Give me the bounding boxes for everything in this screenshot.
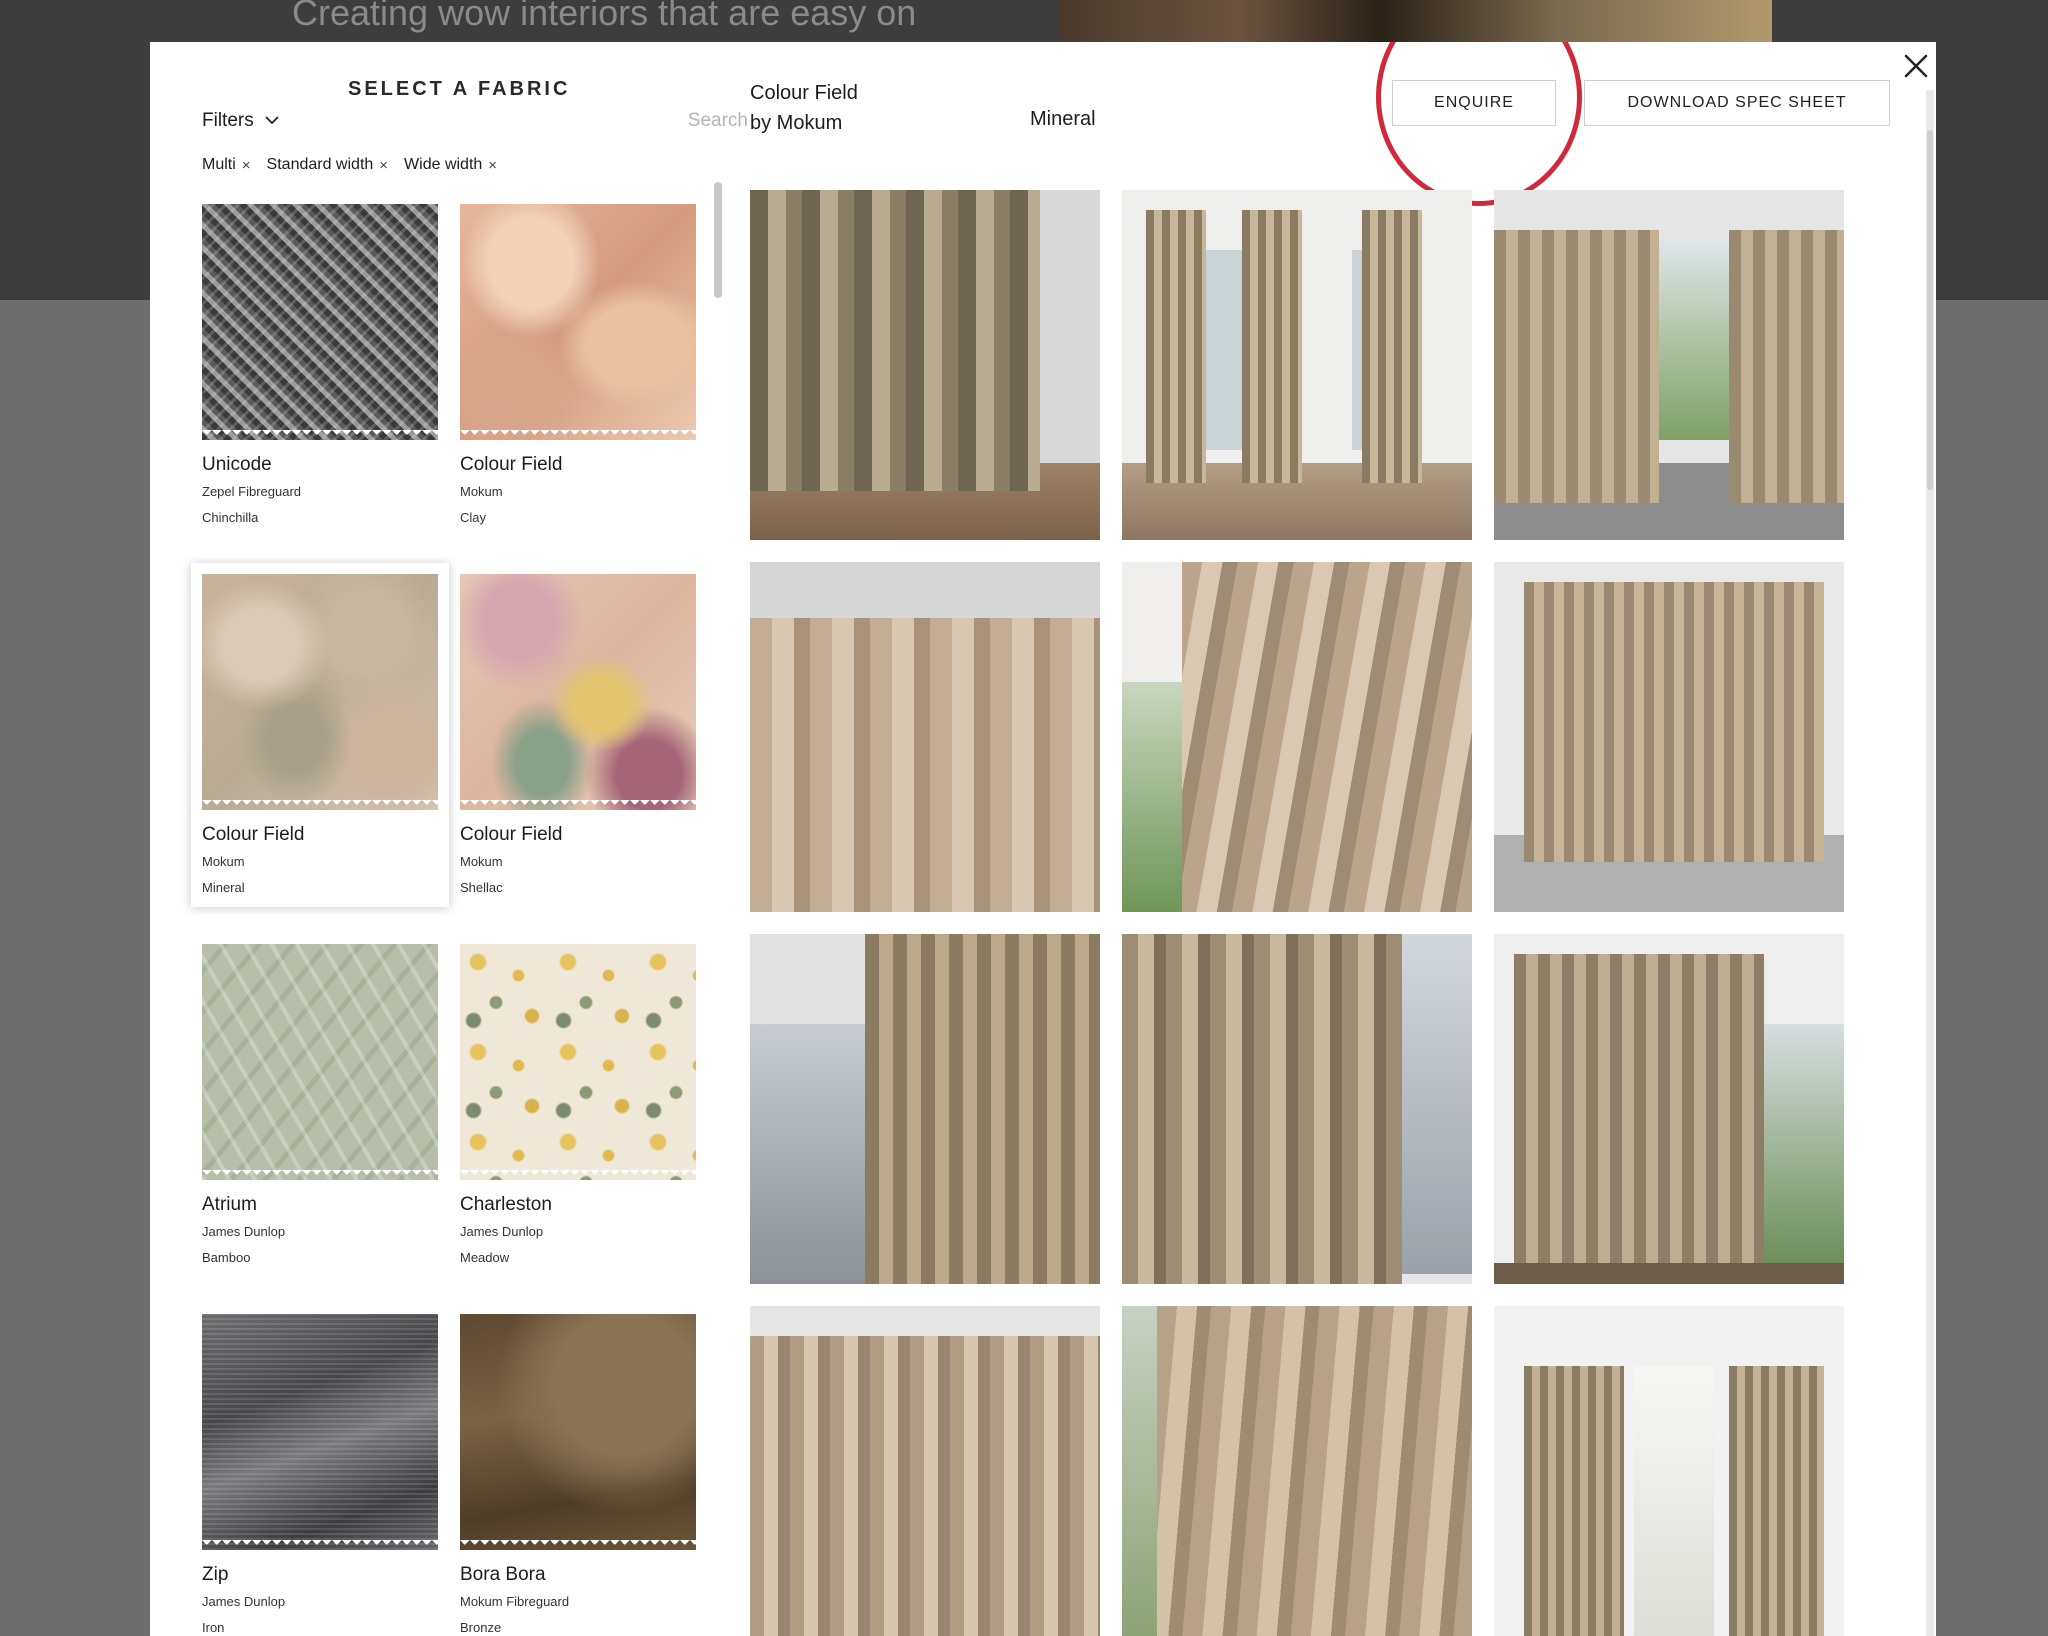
product-color: Mineral [1030,108,1096,130]
panel-title: SELECT A FABRIC [348,78,571,100]
fabric-color: Iron [202,1620,225,1635]
fabric-color: Bronze [460,1620,502,1635]
fabric-name: Bora Bora [460,1564,546,1585]
filters-label: Filters [202,110,254,131]
fabric-brand: James Dunlop [202,1594,286,1609]
remove-filter-icon[interactable]: × [242,157,251,174]
active-filters: Multi × Standard width × Wide width × [202,156,497,174]
gallery-image[interactable] [750,934,1100,1284]
gallery-image[interactable] [750,190,1100,540]
search-input[interactable] [628,110,748,132]
fabric-brand: James Dunlop [202,1224,286,1239]
fabric-name: Atrium [202,1194,257,1215]
fabric-selector-modal: SELECT A FABRIC Filters Multi × Standard… [150,42,1936,1636]
filter-chip-label: Multi [202,156,236,173]
fabric-name: Colour Field [460,824,563,845]
fabric-name: Unicode [202,454,272,475]
download-spec-sheet-button[interactable]: DOWNLOAD SPEC SHEET [1584,80,1890,126]
gallery-image[interactable] [1494,562,1844,912]
filter-chip-label: Standard width [266,156,374,173]
gallery-image[interactable] [750,562,1100,912]
fabric-color: Clay [460,510,487,525]
gallery-image[interactable] [1122,562,1472,912]
fabric-swatch [460,574,696,810]
fabric-brand: Zepel Fibreguard [202,484,301,499]
gallery-image[interactable] [1122,1306,1472,1636]
enquire-button[interactable]: ENQUIRE [1392,80,1556,126]
fabric-color: Mineral [202,880,245,895]
fabric-card-charleston[interactable]: Charleston James Dunlop Meadow [460,944,696,1284]
product-name: Colour Field [750,82,858,104]
remove-filter-icon[interactable]: × [379,157,388,174]
fabric-color: Meadow [460,1250,510,1265]
fabric-card-zip[interactable]: Zip James Dunlop Iron [202,1314,438,1636]
fabric-swatch [202,944,438,1180]
fabric-swatch [460,204,696,440]
fabric-color: Bamboo [202,1250,251,1265]
fabric-swatch [460,1314,696,1550]
filter-chip-wide-width[interactable]: Wide width × [404,156,497,174]
fabric-color: Shellac [460,880,503,895]
filter-chip-multi[interactable]: Multi × [202,156,251,174]
fabric-card-bora-bora[interactable]: Bora Bora Mokum Fibreguard Bronze [460,1314,696,1636]
close-icon[interactable] [1898,48,1934,84]
fabric-swatch [202,204,438,440]
fabric-card-unicode[interactable]: Unicode Zepel Fibreguard Chinchilla [202,204,438,544]
filter-chip-standard-width[interactable]: Standard width × [267,156,389,174]
product-title: Colour Field by Mokum [750,78,858,138]
filters-toggle[interactable]: Filters [202,110,280,132]
chevron-down-icon [264,110,280,132]
gallery-image[interactable] [1494,1306,1844,1636]
fabric-card-colour-field-shellac[interactable]: Colour Field Mokum Shellac [460,574,696,914]
fabric-brand: James Dunlop [460,1224,544,1239]
fabric-card-atrium[interactable]: Atrium James Dunlop Bamboo [202,944,438,1284]
gallery-image[interactable] [1122,190,1472,540]
gallery-image[interactable] [1494,190,1844,540]
fabric-swatch [202,574,438,810]
gallery-scrollbar[interactable] [1926,90,1934,1636]
background-tagline: Creating wow interiors that are easy on [292,0,917,33]
fabric-list-scrollbar[interactable] [714,182,722,298]
fabric-card-colour-field-clay[interactable]: Colour Field Mokum Clay [460,204,696,544]
gallery-image[interactable] [750,1306,1100,1636]
gallery-image[interactable] [1122,934,1472,1284]
fabric-brand: Mokum Fibreguard [460,1594,570,1609]
fabric-name: Colour Field [460,454,563,475]
fabric-brand: Mokum [460,484,503,499]
fabric-brand: Mokum [202,854,245,869]
fabric-list: Unicode Zepel Fibreguard Chinchilla Colo… [191,204,702,1636]
background-hero-image [1060,0,1772,42]
fabric-brand: Mokum [460,854,503,869]
fabric-swatch [460,944,696,1180]
fabric-color: Chinchilla [202,510,259,525]
remove-filter-icon[interactable]: × [488,157,497,174]
fabric-name: Zip [202,1564,229,1585]
gallery-image[interactable] [1494,934,1844,1284]
fabric-card-colour-field-mineral[interactable]: Colour Field Mokum Mineral [191,563,449,914]
fabric-name: Charleston [460,1194,552,1215]
fabric-swatch [202,1314,438,1550]
product-brand: by Mokum [750,112,843,134]
filter-chip-label: Wide width [404,156,483,173]
fabric-name: Colour Field [202,824,305,845]
